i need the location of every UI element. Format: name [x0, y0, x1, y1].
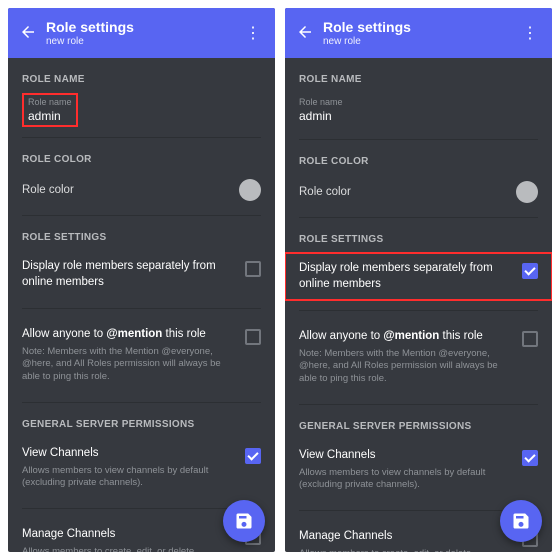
appbar: Role settings new role ⋮ — [8, 8, 275, 58]
appbar: Role settings new role ⋮ — [285, 8, 552, 58]
setting-allow-mention[interactable]: Allow anyone to @mention this role Note:… — [285, 321, 552, 394]
save-icon — [234, 511, 254, 531]
section-role-settings: ROLE SETTINGS — [299, 234, 538, 245]
role-name-input-highlight: Role name admin — [22, 93, 78, 127]
checkbox-allow-mention[interactable] — [522, 331, 538, 347]
checkbox-allow-mention[interactable] — [245, 329, 261, 345]
checkbox-view-channels[interactable] — [245, 448, 261, 464]
appbar-subtitle: new role — [323, 36, 518, 47]
setting-mention-desc: Note: Members with the Mention @everyone… — [299, 348, 512, 386]
role-name-input-wrap: Role name admin — [299, 93, 538, 129]
section-role-name: ROLE NAME — [22, 74, 261, 85]
role-color-label: Role color — [22, 184, 239, 196]
section-role-color: ROLE COLOR — [22, 154, 261, 165]
appbar-title: Role settings — [323, 19, 518, 35]
save-fab[interactable] — [500, 500, 542, 542]
screen-right: Role settings new role ⋮ ROLE NAME Role … — [285, 8, 552, 552]
save-fab[interactable] — [223, 500, 265, 542]
perm-view-title: View Channels — [22, 446, 235, 462]
setting-mention-title: Allow anyone to @mention this role — [22, 327, 235, 343]
perm-view-desc: Allows members to view channels by defau… — [299, 467, 512, 493]
perm-managech-desc: Allows members to create, edit, or delet… — [299, 548, 512, 552]
section-role-settings: ROLE SETTINGS — [22, 232, 261, 243]
perm-view-desc: Allows members to view channels by defau… — [22, 465, 235, 491]
perm-managech-title: Manage Channels — [22, 527, 235, 543]
checkbox-view-channels[interactable] — [522, 450, 538, 466]
setting-mention-title: Allow anyone to @mention this role — [299, 329, 512, 345]
role-name-input[interactable]: admin — [28, 109, 72, 123]
appbar-title: Role settings — [46, 19, 241, 35]
appbar-subtitle: new role — [46, 36, 241, 47]
setting-display-title: Display role members separately from onl… — [22, 259, 235, 290]
overflow-menu-icon[interactable]: ⋮ — [518, 23, 542, 43]
section-role-name: ROLE NAME — [299, 74, 538, 85]
role-color-row[interactable]: Role color — [285, 175, 552, 207]
perm-managech-title: Manage Channels — [299, 529, 512, 545]
perm-view-channels[interactable]: View Channels Allows members to view cha… — [8, 438, 275, 498]
setting-display-title: Display role members separately from onl… — [299, 261, 512, 292]
section-general-perms: GENERAL SERVER PERMISSIONS — [22, 419, 261, 430]
setting-display-separately[interactable]: Display role members separately from onl… — [8, 251, 275, 298]
screen-left: Role settings new role ⋮ ROLE NAME Role … — [8, 8, 275, 552]
perm-view-title: View Channels — [299, 448, 512, 464]
role-name-label: Role name — [28, 97, 72, 107]
back-arrow-icon[interactable] — [295, 23, 315, 44]
perm-view-channels[interactable]: View Channels Allows members to view cha… — [285, 440, 552, 500]
overflow-menu-icon[interactable]: ⋮ — [241, 23, 265, 43]
role-color-swatch — [239, 179, 261, 201]
checkbox-display-separately[interactable] — [522, 263, 538, 279]
role-color-swatch — [516, 181, 538, 203]
setting-display-separately[interactable]: Display role members separately from onl… — [285, 253, 552, 300]
save-icon — [511, 511, 531, 531]
checkbox-display-separately[interactable] — [245, 261, 261, 277]
role-color-label: Role color — [299, 186, 516, 198]
perm-managech-desc: Allows members to create, edit, or delet… — [22, 546, 235, 552]
setting-mention-desc: Note: Members with the Mention @everyone… — [22, 346, 235, 384]
section-general-perms: GENERAL SERVER PERMISSIONS — [299, 421, 538, 432]
role-name-input[interactable]: admin — [299, 109, 538, 123]
role-color-row[interactable]: Role color — [8, 173, 275, 205]
back-arrow-icon[interactable] — [18, 23, 38, 44]
section-role-color: ROLE COLOR — [299, 156, 538, 167]
setting-allow-mention[interactable]: Allow anyone to @mention this role Note:… — [8, 319, 275, 392]
role-name-label: Role name — [299, 97, 538, 107]
